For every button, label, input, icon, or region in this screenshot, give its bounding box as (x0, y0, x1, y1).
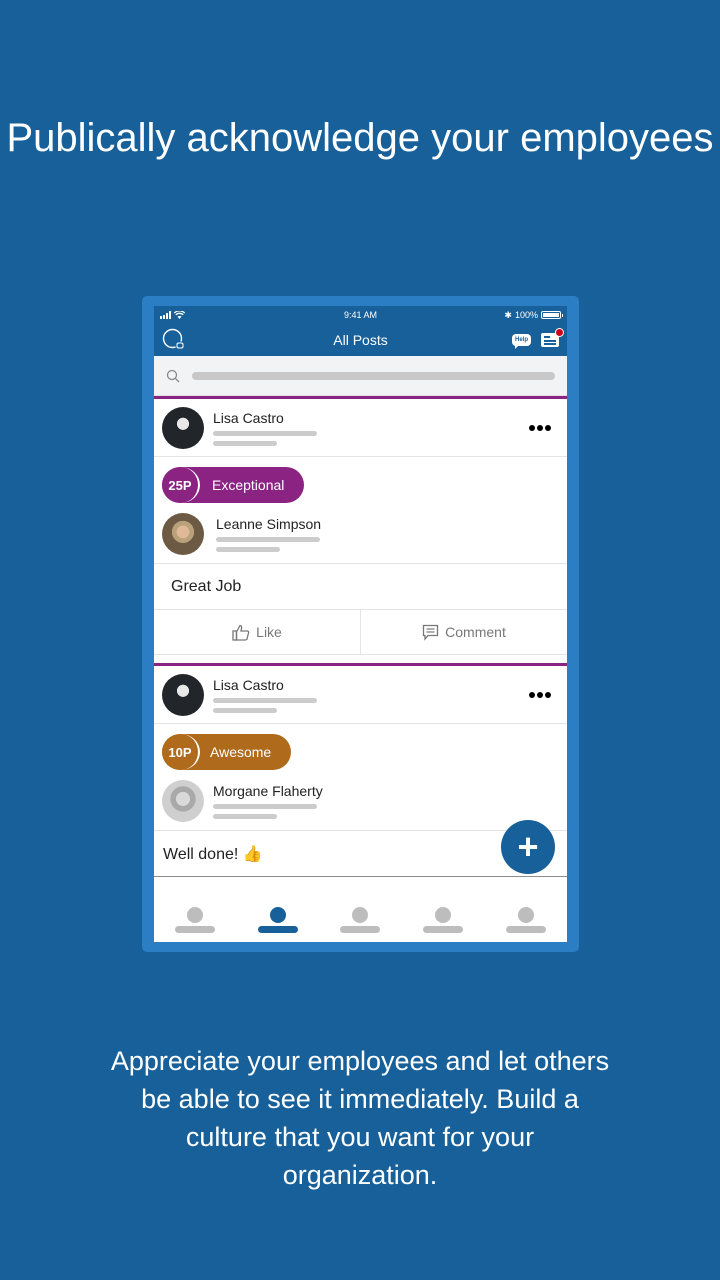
tab-4[interactable] (413, 907, 473, 933)
add-post-button[interactable]: + (501, 820, 555, 874)
thumbs-up-icon (232, 624, 250, 641)
wifi-icon (174, 311, 185, 319)
author-name[interactable]: Lisa Castro (213, 677, 317, 693)
comment-icon (423, 624, 439, 641)
placeholder-line (213, 804, 317, 809)
like-label: Like (256, 624, 282, 640)
tab-1[interactable] (165, 907, 225, 933)
recipient-avatar[interactable] (162, 513, 204, 555)
battery-icon (541, 311, 563, 319)
placeholder-line (213, 707, 277, 713)
author-avatar[interactable] (162, 673, 204, 716)
recipient: Leanne Simpson (162, 513, 559, 555)
like-button[interactable]: Like (154, 610, 360, 654)
search-icon (166, 369, 180, 382)
award-section: 25P Exceptional Leanne Simpson (154, 457, 567, 564)
placeholder-line (213, 697, 317, 703)
comment-button[interactable]: Comment (360, 610, 567, 654)
tab-bar (154, 898, 567, 942)
status-bar: 9:41 AM ✱ 100% (154, 306, 567, 324)
author-name[interactable]: Lisa Castro (213, 410, 317, 426)
tab-3[interactable] (330, 907, 390, 933)
recipient-avatar[interactable] (162, 780, 204, 822)
placeholder-line (216, 547, 280, 552)
award-points: 25P (162, 467, 200, 503)
more-options-icon[interactable] (529, 424, 551, 431)
award-label: Exceptional (212, 477, 285, 493)
search-input[interactable] (192, 371, 555, 380)
post-actions: Like Comment (154, 610, 567, 655)
more-options-icon[interactable] (529, 691, 551, 698)
phone-frame: 9:41 AM ✱ 100% All Posts Help Lisa Castr… (142, 296, 579, 952)
placeholder-line (216, 537, 320, 542)
placeholder-line (213, 814, 277, 819)
tab-5[interactable] (496, 907, 556, 933)
award-points: 10P (162, 734, 200, 770)
post-header: Lisa Castro (154, 666, 567, 724)
page-title: All Posts (333, 332, 388, 348)
profile-chat-icon[interactable] (162, 328, 186, 352)
battery-percent: 100% (514, 310, 538, 320)
notification-dot (555, 328, 564, 337)
placeholder-line (213, 440, 277, 446)
status-time: 9:41 AM (343, 310, 378, 320)
search-bar[interactable] (154, 356, 567, 396)
comment-label: Comment (445, 624, 506, 640)
help-button[interactable]: Help (511, 334, 531, 349)
signal-icon (160, 311, 171, 319)
award-badge: 10P Awesome (162, 734, 292, 770)
award-badge: 25P Exceptional (162, 467, 305, 503)
placeholder-line (213, 430, 317, 436)
tab-2-active[interactable] (248, 907, 308, 933)
award-label: Awesome (210, 744, 272, 760)
post-header: Lisa Castro (154, 399, 567, 457)
award-section: 10P Awesome Morgane Flaherty (154, 724, 567, 831)
app-screen: 9:41 AM ✱ 100% All Posts Help Lisa Castr… (154, 306, 567, 942)
post-message: Great Job (154, 564, 567, 610)
recipient: Morgane Flaherty (162, 780, 559, 822)
nav-bar: All Posts Help (154, 324, 567, 356)
headline: Publically acknowledge your employees (6, 116, 714, 160)
recipient-name[interactable]: Leanne Simpson (216, 516, 321, 532)
description-text: Appreciate your employees and let others… (110, 1046, 610, 1190)
post-card: Lisa Castro 25P Exceptional Leanne Simps… (154, 396, 567, 663)
news-icon[interactable] (541, 328, 564, 347)
bluetooth-icon: ✱ (504, 309, 512, 320)
author-avatar[interactable] (162, 406, 204, 449)
recipient-name[interactable]: Morgane Flaherty (213, 783, 323, 799)
